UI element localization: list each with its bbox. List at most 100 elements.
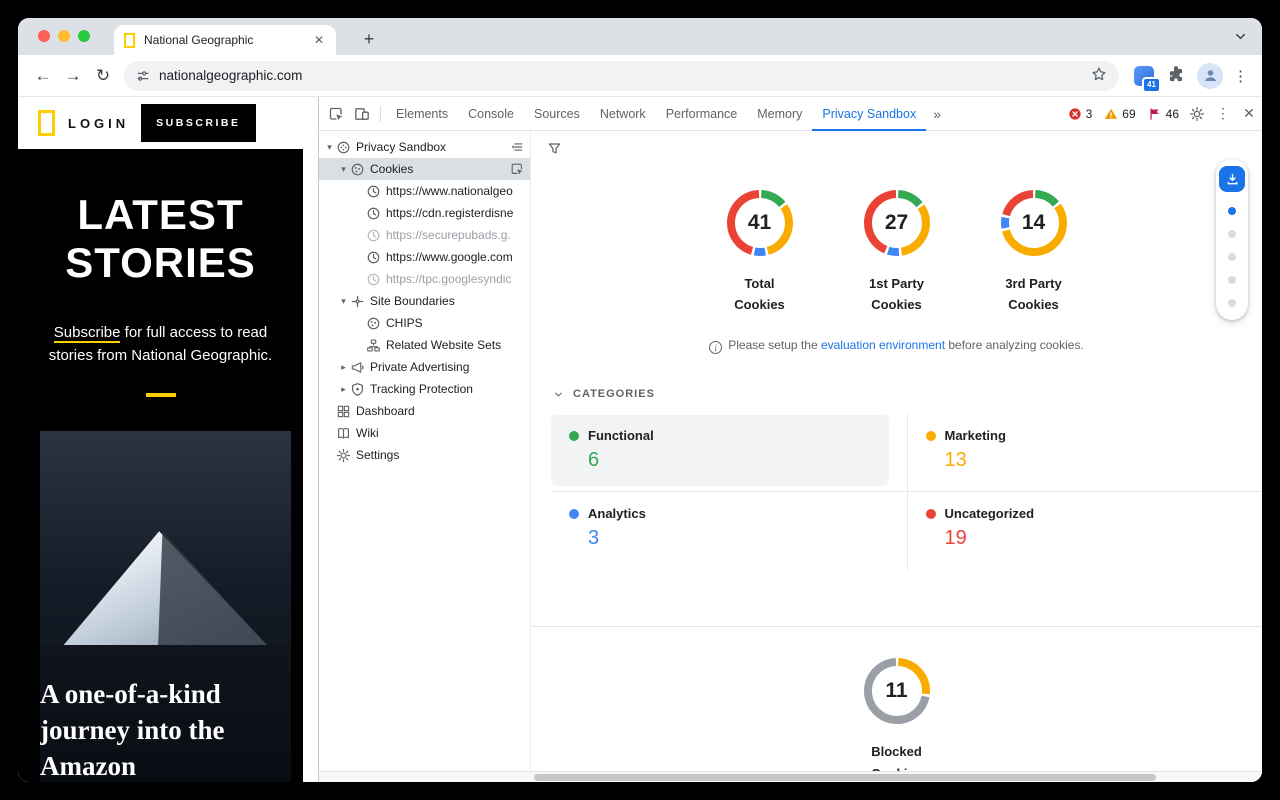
sidebar-item-cookies[interactable]: ▾ Cookies <box>319 158 530 180</box>
natgeo-logo[interactable] <box>38 110 55 136</box>
tab-network[interactable]: Network <box>590 97 656 131</box>
close-tab-icon[interactable]: ✕ <box>312 33 326 47</box>
sidebar-item-related-website-sets[interactable]: Related Website Sets <box>319 334 530 356</box>
donut-label: 1st Party Cookies <box>855 273 939 316</box>
categories-section-header[interactable]: CATEGORIES <box>553 388 1262 400</box>
bookmark-star-icon[interactable] <box>1091 66 1107 85</box>
issues-count: 46 <box>1166 107 1179 121</box>
chevron-down-icon[interactable]: ▾ <box>337 164 350 175</box>
more-tabs-icon[interactable]: » <box>926 97 948 131</box>
subscribe-button[interactable]: SUBSCRIBE <box>141 104 255 142</box>
content-area: LOGIN SUBSCRIBE LATEST STORIES Subscribe… <box>18 97 1262 782</box>
chevron-down-icon[interactable]: ▾ <box>323 142 336 153</box>
devtools-close-icon[interactable]: ✕ <box>1236 101 1262 127</box>
inspect-icon[interactable] <box>510 162 524 176</box>
chevron-down-icon[interactable]: ▾ <box>337 296 350 307</box>
sidebar-item-cookie-url[interactable]: https://tpc.googlesyndic <box>319 268 530 290</box>
devtools-panel: Elements Console Sources Network Perform… <box>318 97 1262 782</box>
devtools-menu-icon[interactable]: ⋮ <box>1210 101 1236 127</box>
issues-counter[interactable]: 46 <box>1143 107 1184 121</box>
login-button[interactable]: LOGIN <box>68 116 129 131</box>
category-analytics[interactable]: Analytics 3 <box>551 492 907 570</box>
devtools-settings-icon[interactable] <box>1184 101 1210 127</box>
section-dot[interactable] <box>1228 276 1236 284</box>
yellow-divider <box>146 393 176 397</box>
section-dot[interactable] <box>1228 230 1236 238</box>
inspect-element-icon[interactable] <box>323 101 349 127</box>
profile-avatar[interactable] <box>1197 63 1223 89</box>
sidebar-item-cookie-url[interactable]: https://www.google.com <box>319 246 530 268</box>
evaluation-environment-link[interactable]: evaluation environment <box>821 338 945 352</box>
sidebar-item-label: Wiki <box>356 426 379 440</box>
warning-counter[interactable]: 69 <box>1099 107 1140 121</box>
sidebar-item-cookie-url[interactable]: https://cdn.registerdisne <box>319 202 530 224</box>
browser-tab[interactable]: National Geographic ✕ <box>114 25 336 55</box>
device-toolbar-icon[interactable] <box>349 101 375 127</box>
tab-console[interactable]: Console <box>458 97 524 131</box>
scrollbar-thumb[interactable] <box>534 774 1156 781</box>
browser-menu-icon[interactable]: ⋮ <box>1233 67 1248 85</box>
subscribe-link[interactable]: Subscribe <box>54 324 121 343</box>
tab-performance[interactable]: Performance <box>656 97 748 131</box>
cookie-url-label: https://tpc.googlesyndic <box>386 272 511 286</box>
horizontal-scrollbar[interactable] <box>319 771 1262 782</box>
tab-privacy-sandbox[interactable]: Privacy Sandbox <box>812 97 926 131</box>
sidebar-item-tracking-protection[interactable]: ▸ Tracking Protection <box>319 378 530 400</box>
maximize-window-button[interactable] <box>78 30 90 42</box>
site-settings-icon[interactable] <box>136 69 150 83</box>
chevron-right-icon[interactable]: ▸ <box>337 362 350 373</box>
error-icon <box>1068 107 1082 121</box>
category-name: Uncategorized <box>945 506 1035 521</box>
sidebar-item-cookie-url[interactable]: https://securepubads.g. <box>319 224 530 246</box>
forward-button[interactable]: → <box>58 61 88 91</box>
story-headline[interactable]: A one-of-a-kind journey into the Amazon <box>40 677 291 782</box>
dashboard-grid-icon <box>336 404 351 419</box>
download-icon <box>1225 172 1240 187</box>
download-report-button[interactable] <box>1219 166 1245 192</box>
category-marketing[interactable]: Marketing 13 <box>907 414 1263 492</box>
browser-window: National Geographic ✕ + ← → ↻ nationalge… <box>18 18 1262 782</box>
hero-line-2: STORIES <box>18 239 303 287</box>
tab-search-icon[interactable] <box>1233 29 1248 47</box>
tab-memory[interactable]: Memory <box>747 97 812 131</box>
reload-button[interactable]: ↻ <box>88 61 118 91</box>
story-image[interactable]: A one-of-a-kind journey into the Amazon <box>40 431 291 782</box>
section-dot[interactable] <box>1228 253 1236 261</box>
window-controls <box>38 30 90 42</box>
category-uncategorized[interactable]: Uncategorized 19 <box>907 492 1263 570</box>
new-tab-button[interactable]: + <box>356 26 382 52</box>
sidebar-item-private-advertising[interactable]: ▸ Private Advertising <box>319 356 530 378</box>
sidebar-item-privacy-sandbox[interactable]: ▾ Privacy Sandbox <box>319 136 530 158</box>
sidebar-item-site-boundaries[interactable]: ▾ Site Boundaries <box>319 290 530 312</box>
category-functional[interactable]: Functional 6 <box>551 414 907 492</box>
sidebar-item-chips[interactable]: CHIPS <box>319 312 530 334</box>
chevron-right-icon[interactable]: ▸ <box>337 384 350 395</box>
close-window-button[interactable] <box>38 30 50 42</box>
minimize-window-button[interactable] <box>58 30 70 42</box>
donut-value: 41 <box>722 185 798 261</box>
tab-sources[interactable]: Sources <box>524 97 590 131</box>
shield-icon <box>350 382 365 397</box>
error-counter[interactable]: 3 <box>1063 107 1098 121</box>
cookie-url-label: https://www.nationalgeo <box>386 184 513 198</box>
sidebar-item-wiki[interactable]: Wiki <box>319 422 530 444</box>
extensions-puzzle-icon[interactable] <box>1167 65 1185 86</box>
section-dot[interactable] <box>1228 299 1236 307</box>
tab-elements[interactable]: Elements <box>386 97 458 131</box>
filter-funnel-icon[interactable] <box>543 139 565 161</box>
extension-button[interactable]: 41 <box>1131 63 1157 89</box>
categories-title: CATEGORIES <box>573 388 655 400</box>
back-button[interactable]: ← <box>28 61 58 91</box>
sidebar-item-cookie-url[interactable]: https://www.nationalgeo <box>319 180 530 202</box>
browser-toolbar: ← → ↻ nationalgeographic.com 41 ⋮ <box>18 55 1262 97</box>
section-divider <box>531 626 1262 627</box>
sidebar-item-settings[interactable]: Settings <box>319 444 530 466</box>
hero-title: LATEST STORIES <box>18 149 303 287</box>
address-bar[interactable]: nationalgeographic.com <box>124 61 1119 91</box>
sidebar-item-dashboard[interactable]: Dashboard <box>319 400 530 422</box>
section-dot-active[interactable] <box>1228 207 1236 215</box>
category-count: 13 <box>945 449 1263 472</box>
collapse-sidebar-icon[interactable] <box>510 140 524 154</box>
donut-third-party-cookies: 14 3rd Party Cookies <box>989 185 1079 316</box>
donut-label: Total Cookies <box>718 273 802 316</box>
